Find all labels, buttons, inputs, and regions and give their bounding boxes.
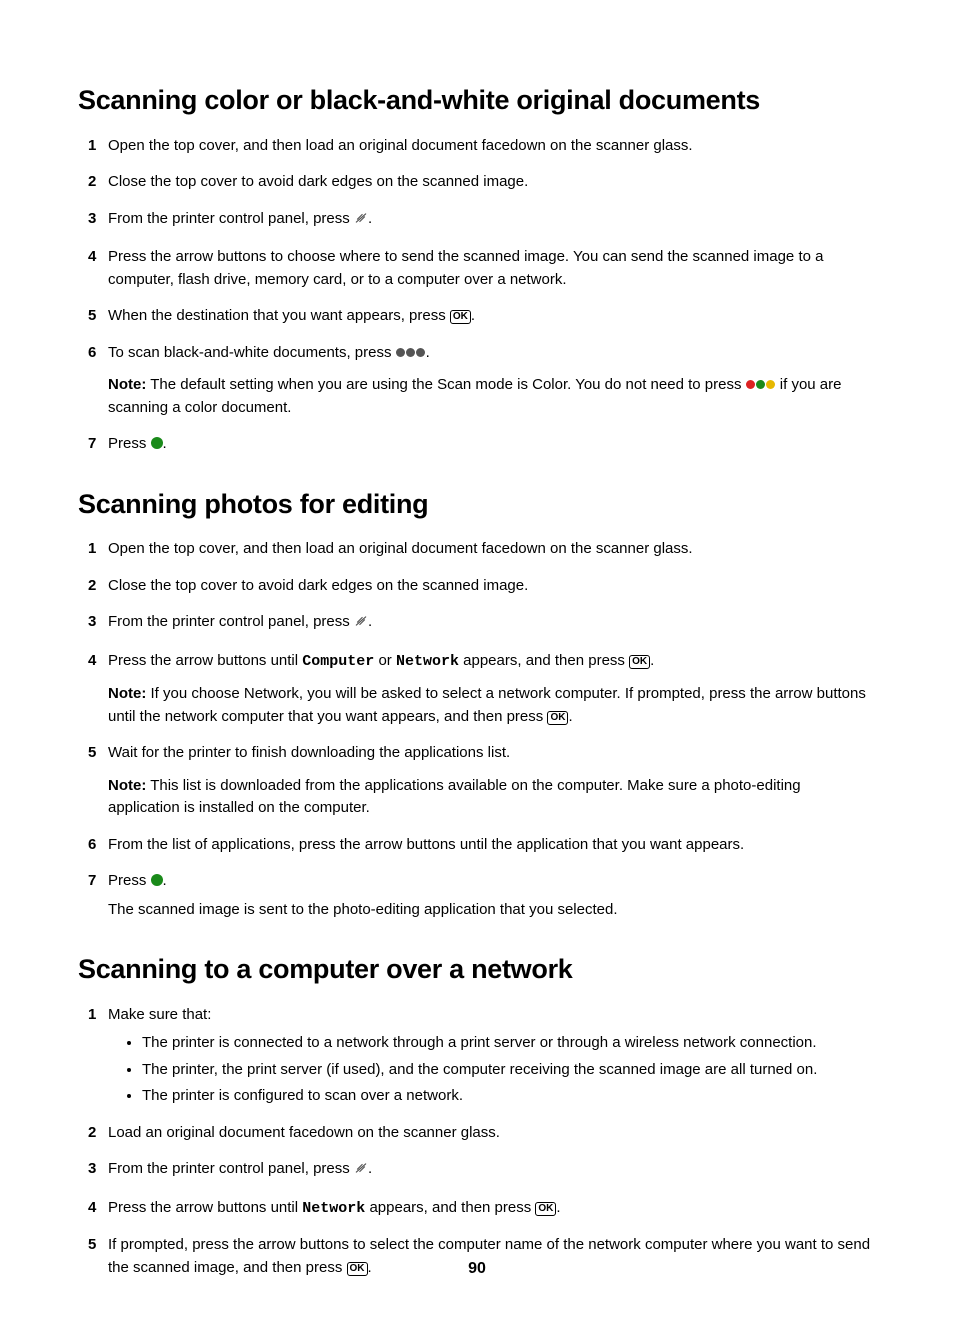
note-label: Note: — [108, 376, 146, 393]
step-text: . — [368, 613, 372, 630]
bullet-item: The printer is configured to scan over a… — [142, 1085, 876, 1108]
black-white-button-icon — [396, 344, 426, 361]
list-item: Press the arrow buttons until Network ap… — [78, 1197, 876, 1221]
list-item: Make sure that: The printer is connected… — [78, 1004, 876, 1108]
mono-text: Computer — [302, 653, 374, 670]
step-text: Load an original document facedown on th… — [108, 1124, 500, 1141]
scan-icon — [354, 1162, 368, 1179]
scan-icon — [354, 212, 368, 229]
list-item: Wait for the printer to finish downloadi… — [78, 742, 876, 820]
bullet-item: The printer, the print server (if used),… — [142, 1059, 876, 1082]
note-text: If you choose Network, you will be asked… — [108, 685, 866, 725]
steps-scan-color-bw: Open the top cover, and then load an ori… — [78, 135, 876, 456]
step-text: . — [471, 307, 475, 324]
step-text: . — [368, 1160, 372, 1177]
scan-icon — [354, 615, 368, 632]
step-text: . — [368, 210, 372, 227]
ok-button-icon: OK — [535, 1202, 556, 1216]
step-text: Press the arrow buttons to choose where … — [108, 248, 823, 288]
note-label: Note: — [108, 685, 146, 702]
bullet-list: The printer is connected to a network th… — [108, 1032, 876, 1108]
step-text: Press — [108, 872, 151, 889]
list-item: From the list of applications, press the… — [78, 834, 876, 857]
step-text: . — [426, 344, 430, 361]
list-item: Load an original document facedown on th… — [78, 1122, 876, 1145]
note: Note: The default setting when you are u… — [108, 374, 876, 419]
list-item: From the printer control panel, press . — [78, 611, 876, 636]
mono-text: Network — [302, 1200, 365, 1217]
step-text: appears, and then press — [459, 652, 629, 669]
list-item: From the printer control panel, press . — [78, 1158, 876, 1183]
list-item: Close the top cover to avoid dark edges … — [78, 171, 876, 194]
list-item: Open the top cover, and then load an ori… — [78, 538, 876, 561]
step-text: To scan black-and-white documents, press — [108, 344, 396, 361]
step-text: From the list of applications, press the… — [108, 836, 744, 853]
step-text: or — [374, 652, 396, 669]
list-item: From the printer control panel, press . — [78, 208, 876, 233]
step-text: Make sure that: — [108, 1006, 211, 1023]
step-text: appears, and then press — [365, 1199, 535, 1216]
heading-scan-network: Scanning to a computer over a network — [78, 949, 876, 990]
mono-text: Network — [396, 653, 459, 670]
ok-button-icon: OK — [547, 711, 568, 725]
document-page: Scanning color or black-and-white origin… — [0, 0, 954, 1333]
list-item: Press . The scanned image is sent to the… — [78, 870, 876, 921]
list-item: Open the top cover, and then load an ori… — [78, 135, 876, 158]
heading-scan-photos: Scanning photos for editing — [78, 484, 876, 525]
start-button-icon — [151, 874, 163, 886]
steps-scan-network: Make sure that: The printer is connected… — [78, 1004, 876, 1280]
list-item: Press the arrow buttons until Computer o… — [78, 650, 876, 729]
page-number: 90 — [0, 1257, 954, 1281]
step-followup-text: The scanned image is sent to the photo-e… — [108, 899, 876, 922]
list-item: Press the arrow buttons to choose where … — [78, 246, 876, 291]
step-text: . — [163, 872, 167, 889]
step-text: From the printer control panel, press — [108, 1160, 354, 1177]
step-text: Close the top cover to avoid dark edges … — [108, 577, 528, 594]
step-text: . — [556, 1199, 560, 1216]
color-button-icon — [746, 376, 776, 393]
step-text: Open the top cover, and then load an ori… — [108, 540, 693, 557]
step-text: From the printer control panel, press — [108, 210, 354, 227]
ok-button-icon: OK — [629, 655, 650, 669]
note-text: . — [568, 708, 572, 725]
ok-button-icon: OK — [450, 310, 471, 324]
step-text: Wait for the printer to finish downloadi… — [108, 744, 510, 761]
steps-scan-photos: Open the top cover, and then load an ori… — [78, 538, 876, 921]
bullet-item: The printer is connected to a network th… — [142, 1032, 876, 1055]
step-text: Press the arrow buttons until — [108, 652, 302, 669]
note-text: This list is downloaded from the applica… — [108, 777, 801, 817]
start-button-icon — [151, 437, 163, 449]
step-text: From the printer control panel, press — [108, 613, 354, 630]
list-item: Press . — [78, 433, 876, 456]
step-text: Close the top cover to avoid dark edges … — [108, 173, 528, 190]
note: Note: If you choose Network, you will be… — [108, 683, 876, 728]
note-label: Note: — [108, 777, 146, 794]
step-text: Press the arrow buttons until — [108, 1199, 302, 1216]
step-text: When the destination that you want appea… — [108, 307, 450, 324]
note: Note: This list is downloaded from the a… — [108, 775, 876, 820]
step-text: Press — [108, 435, 151, 452]
step-text: . — [650, 652, 654, 669]
step-text: . — [163, 435, 167, 452]
list-item: To scan black-and-white documents, press… — [78, 342, 876, 420]
list-item: When the destination that you want appea… — [78, 305, 876, 328]
heading-scan-color-bw: Scanning color or black-and-white origin… — [78, 80, 876, 121]
note-text: The default setting when you are using t… — [146, 376, 745, 393]
list-item: Close the top cover to avoid dark edges … — [78, 575, 876, 598]
step-text: Open the top cover, and then load an ori… — [108, 137, 693, 154]
